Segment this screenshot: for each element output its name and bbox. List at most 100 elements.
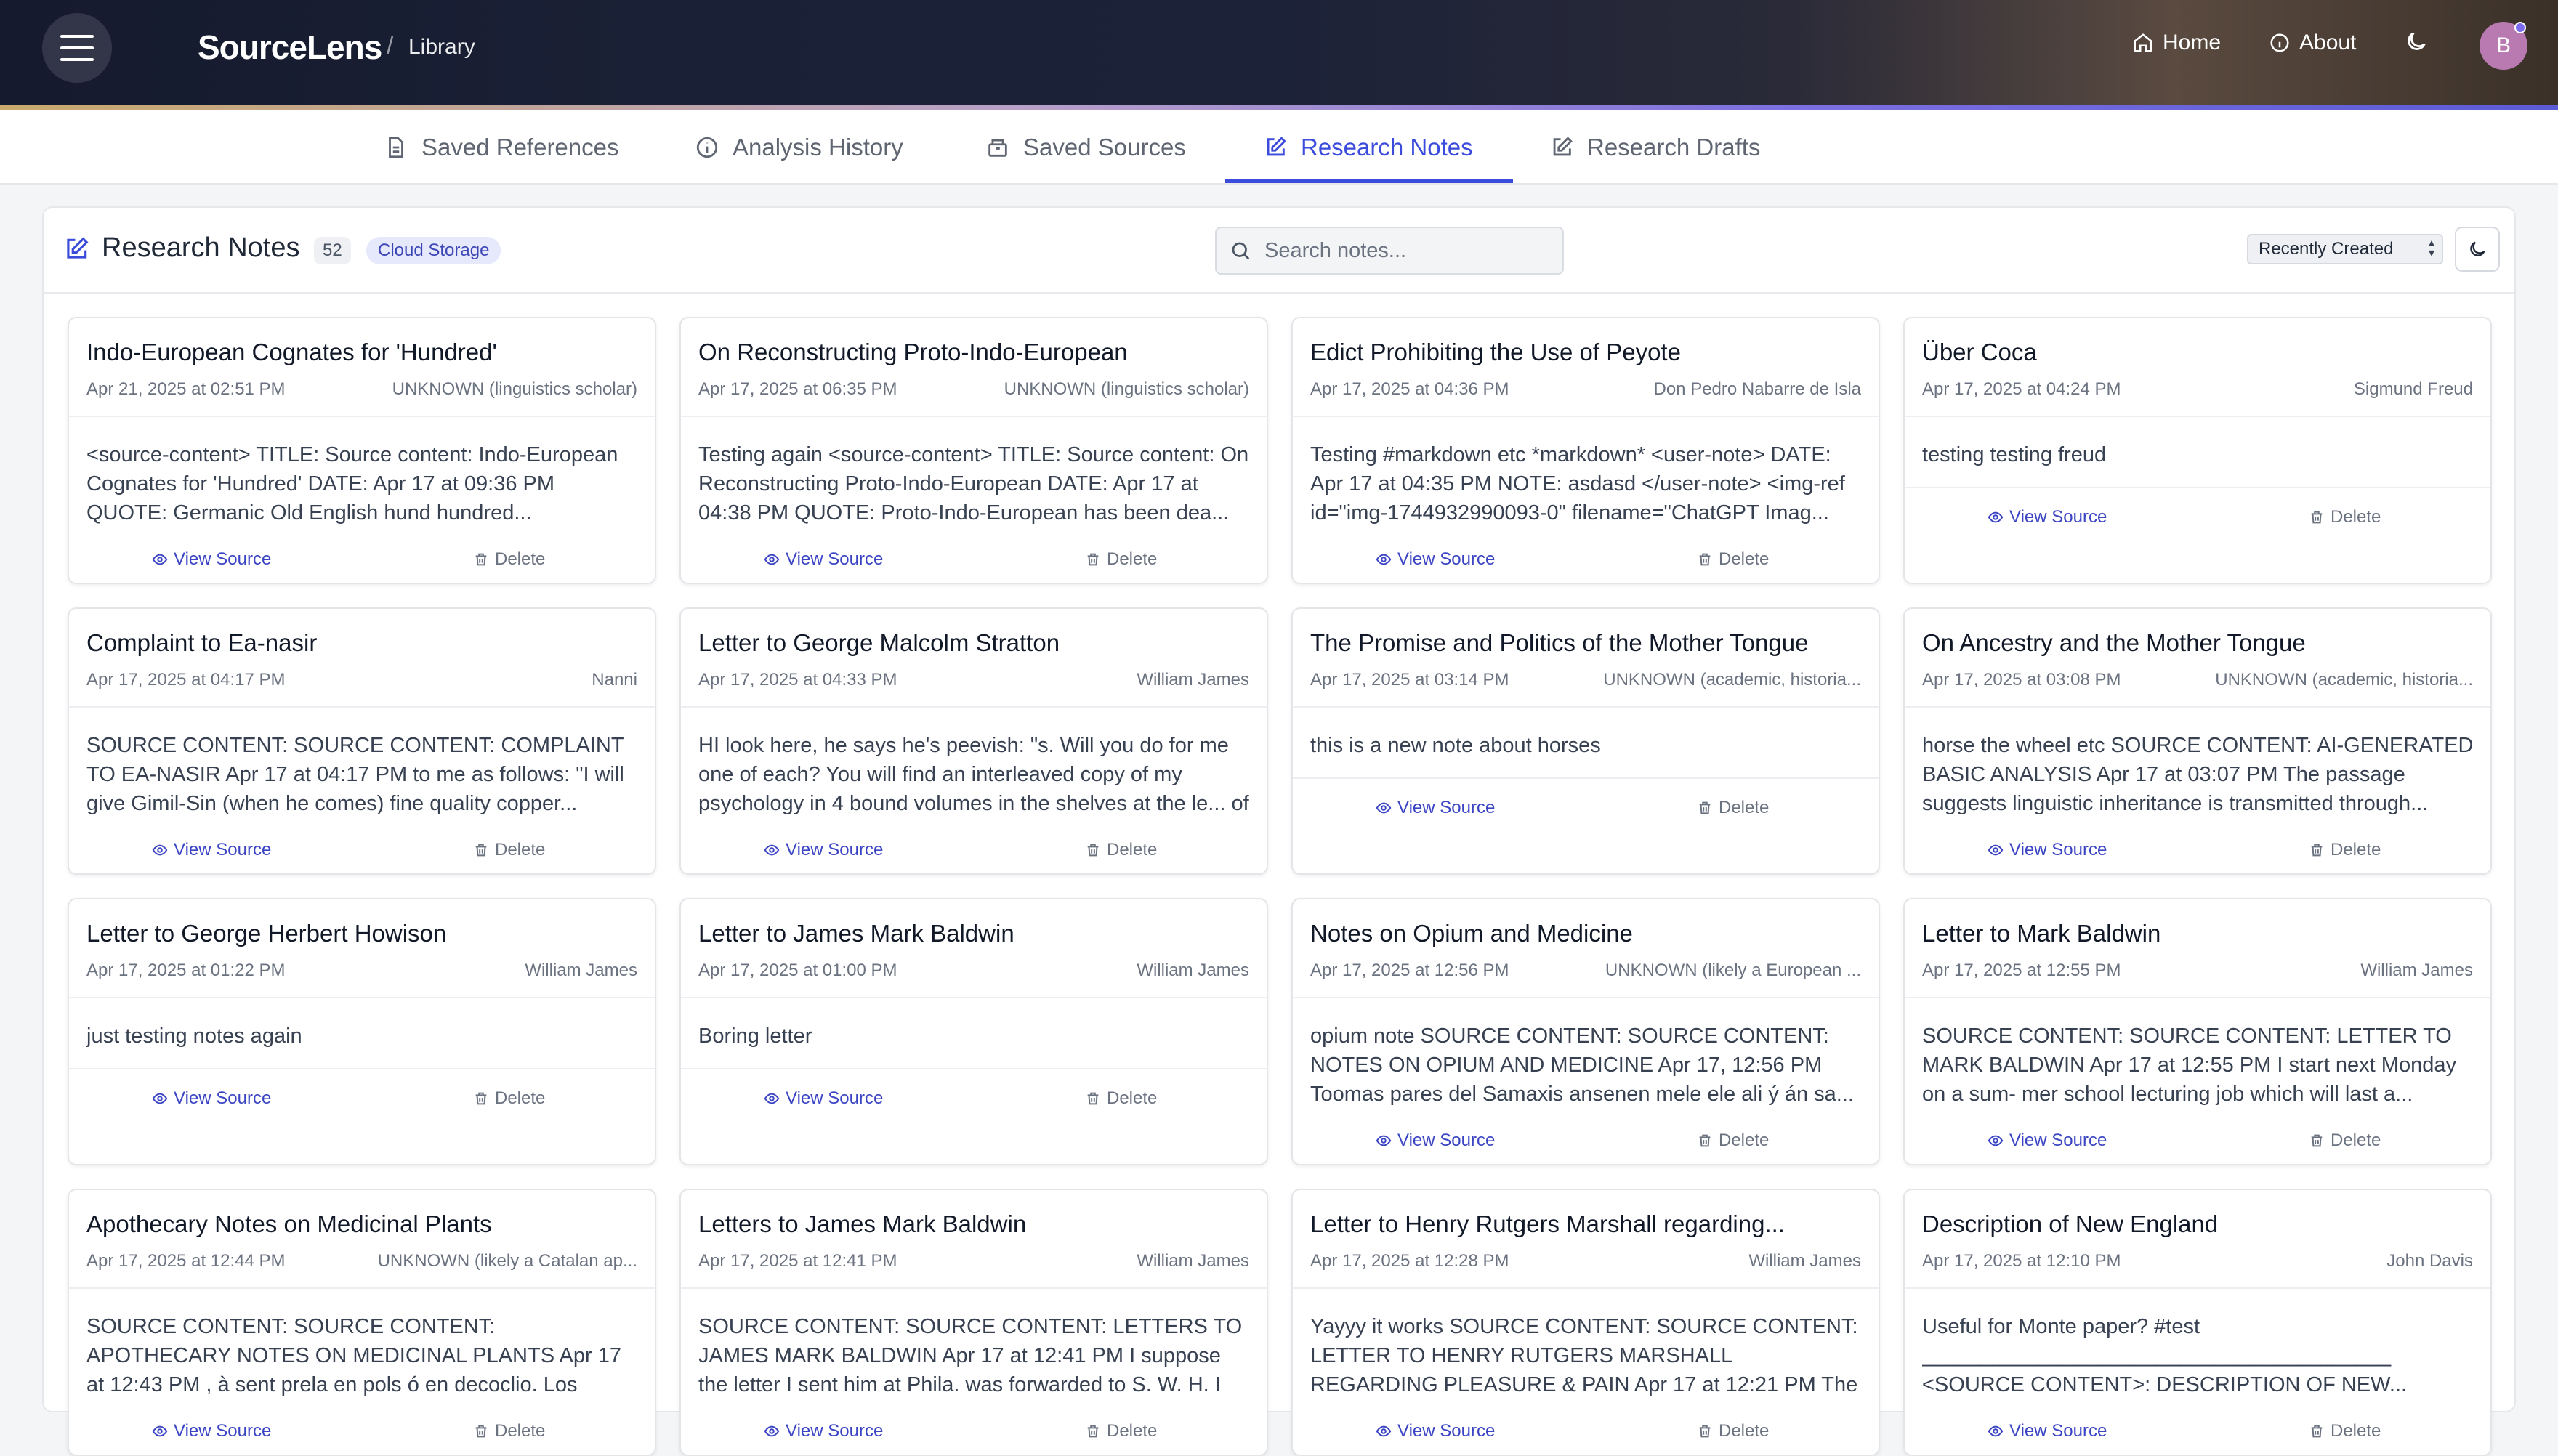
- view-source-button[interactable]: View Source: [764, 836, 883, 865]
- note-card[interactable]: On Ancestry and the Mother Tongue Apr 17,…: [1903, 607, 2492, 875]
- delete-button[interactable]: Delete: [1085, 1417, 1157, 1446]
- breadcrumb-library[interactable]: Library: [408, 35, 475, 60]
- app-header: SourceLens / Library Home About B: [0, 0, 2558, 105]
- note-card[interactable]: Letter to George Herbert Howison Apr 17, …: [68, 898, 656, 1165]
- delete-button[interactable]: Delete: [473, 545, 545, 574]
- note-title[interactable]: Letter to Henry Rutgers Marshall regardi…: [1310, 1210, 1863, 1238]
- note-card[interactable]: Notes on Opium and Medicine Apr 17, 2025 …: [1291, 898, 1880, 1165]
- note-card[interactable]: On Reconstructing Proto-Indo-European Apr…: [679, 317, 1268, 584]
- note-card[interactable]: Indo-European Cognates for 'Hundred' Apr …: [68, 317, 656, 584]
- theme-toggle-button[interactable]: [2455, 227, 2500, 272]
- view-source-button[interactable]: View Source: [764, 1084, 883, 1113]
- nav-home[interactable]: Home: [2132, 31, 2221, 55]
- delete-button[interactable]: Delete: [2309, 503, 2381, 532]
- note-card[interactable]: Letter to Mark Baldwin Apr 17, 2025 at 12…: [1903, 898, 2492, 1165]
- note-title[interactable]: Letter to Mark Baldwin: [1922, 920, 2474, 947]
- note-title[interactable]: Edict Prohibiting the Use of Peyote: [1310, 339, 1863, 366]
- view-source-button[interactable]: View Source: [152, 545, 271, 574]
- sort-arrows-icon: ▴ ▾: [2428, 237, 2434, 259]
- note-title[interactable]: Description of New England: [1922, 1210, 2474, 1238]
- theme-toggle-header[interactable]: [2404, 29, 2429, 54]
- note-title[interactable]: On Reconstructing Proto-Indo-European: [698, 339, 1251, 366]
- delete-button[interactable]: Delete: [1085, 836, 1157, 865]
- note-card[interactable]: Letters to James Mark Baldwin Apr 17, 202…: [679, 1189, 1268, 1456]
- note-card[interactable]: Letter to James Mark Baldwin Apr 17, 2025…: [679, 898, 1268, 1165]
- menu-button[interactable]: [42, 13, 112, 83]
- delete-label: Delete: [1719, 549, 1770, 569]
- search-box: [1215, 227, 1564, 275]
- note-content: this is a new note about horses: [1310, 734, 1601, 757]
- note-content: testing testing freud: [1922, 443, 2107, 466]
- delete-button[interactable]: Delete: [1697, 793, 1769, 822]
- sort-select[interactable]: Recently Created ▴ ▾: [2247, 234, 2443, 264]
- note-card[interactable]: Apothecary Notes on Medicinal Plants Apr …: [68, 1189, 656, 1456]
- delete-button[interactable]: Delete: [473, 1417, 545, 1446]
- note-content: Testing #markdown etc *markdown* <user-n…: [1310, 443, 1845, 525]
- card-actions: View Source Delete: [69, 545, 655, 574]
- note-author: UNKNOWN (academic, historia...: [2215, 670, 2473, 689]
- note-title[interactable]: Über Coca: [1922, 339, 2474, 366]
- archive-icon: [988, 139, 1007, 157]
- view-source-button[interactable]: View Source: [1376, 1126, 1495, 1155]
- note-title[interactable]: The Promise and Politics of the Mother T…: [1310, 629, 1863, 657]
- note-title[interactable]: On Ancestry and the Mother Tongue: [1922, 629, 2474, 657]
- note-title[interactable]: Letter to George Malcolm Stratton: [698, 629, 1251, 657]
- tab-research-drafts[interactable]: Research Drafts: [1549, 110, 1760, 185]
- view-source-button[interactable]: View Source: [1988, 836, 2107, 865]
- tab-research-notes[interactable]: Research Notes: [1263, 110, 1473, 185]
- delete-button[interactable]: Delete: [2309, 1126, 2381, 1155]
- delete-label: Delete: [2331, 507, 2381, 527]
- note-date: Apr 17, 2025 at 12:10 PM: [1922, 1251, 2121, 1271]
- nav-about[interactable]: About: [2269, 31, 2356, 55]
- delete-button[interactable]: Delete: [473, 1084, 545, 1113]
- brand-logo[interactable]: SourceLens: [198, 28, 382, 67]
- view-source-label: View Source: [174, 1421, 272, 1441]
- delete-button[interactable]: Delete: [1697, 1417, 1769, 1446]
- view-source-button[interactable]: View Source: [1988, 1126, 2107, 1155]
- moon-icon: [2408, 32, 2426, 50]
- delete-button[interactable]: Delete: [1085, 1084, 1157, 1113]
- note-title[interactable]: Indo-European Cognates for 'Hundred': [86, 339, 639, 366]
- delete-button[interactable]: Delete: [1085, 545, 1157, 574]
- note-title[interactable]: Letter to James Mark Baldwin: [698, 920, 1251, 947]
- view-source-button[interactable]: View Source: [152, 1417, 271, 1446]
- tab-saved-references[interactable]: Saved References: [384, 110, 619, 185]
- note-title[interactable]: Letters to James Mark Baldwin: [698, 1210, 1251, 1238]
- note-card[interactable]: The Promise and Politics of the Mother T…: [1291, 607, 1880, 875]
- trash-icon: [1085, 1423, 1101, 1439]
- view-source-button[interactable]: View Source: [1988, 1417, 2107, 1446]
- search-input[interactable]: [1264, 238, 1555, 263]
- note-card[interactable]: Über Coca Apr 17, 2025 at 04:24 PM Sigmund…: [1903, 317, 2492, 584]
- note-card[interactable]: Letter to George Malcolm Stratton Apr 17,…: [679, 607, 1268, 875]
- view-source-button[interactable]: View Source: [764, 1417, 883, 1446]
- note-card[interactable]: Description of New England Apr 17, 2025 a…: [1903, 1189, 2492, 1456]
- note-card[interactable]: Letter to Henry Rutgers Marshall regardi…: [1291, 1189, 1880, 1456]
- note-title[interactable]: Notes on Opium and Medicine: [1310, 920, 1863, 947]
- eye-icon: [1376, 1133, 1392, 1149]
- delete-button[interactable]: Delete: [1697, 545, 1769, 574]
- note-title[interactable]: Apothecary Notes on Medicinal Plants: [86, 1210, 639, 1238]
- note-card[interactable]: Edict Prohibiting the Use of Peyote Apr 1…: [1291, 317, 1880, 584]
- delete-button[interactable]: Delete: [2309, 836, 2381, 865]
- note-card[interactable]: Complaint to Ea-nasir Apr 17, 2025 at 04:…: [68, 607, 656, 875]
- delete-label: Delete: [2331, 840, 2381, 860]
- edit-icon: [67, 237, 89, 259]
- eye-icon: [152, 551, 168, 567]
- view-source-button[interactable]: View Source: [1376, 793, 1495, 822]
- delete-button[interactable]: Delete: [1697, 1126, 1769, 1155]
- delete-button[interactable]: Delete: [473, 836, 545, 865]
- view-source-button[interactable]: View Source: [152, 1084, 271, 1113]
- view-source-label: View Source: [1397, 1421, 1496, 1441]
- note-title[interactable]: Complaint to Ea-nasir: [86, 629, 639, 657]
- note-title[interactable]: Letter to George Herbert Howison: [86, 920, 639, 947]
- tab-saved-sources[interactable]: Saved Sources: [985, 110, 1186, 185]
- view-source-button[interactable]: View Source: [1988, 503, 2107, 532]
- tab-analysis-history[interactable]: Analysis History: [695, 110, 903, 185]
- delete-button[interactable]: Delete: [2309, 1417, 2381, 1446]
- view-source-button[interactable]: View Source: [152, 836, 271, 865]
- eye-icon: [1376, 800, 1392, 816]
- view-source-button[interactable]: View Source: [1376, 545, 1495, 574]
- view-source-button[interactable]: View Source: [1376, 1417, 1495, 1446]
- view-source-button[interactable]: View Source: [764, 545, 883, 574]
- note-author: John Davis: [2386, 1251, 2473, 1271]
